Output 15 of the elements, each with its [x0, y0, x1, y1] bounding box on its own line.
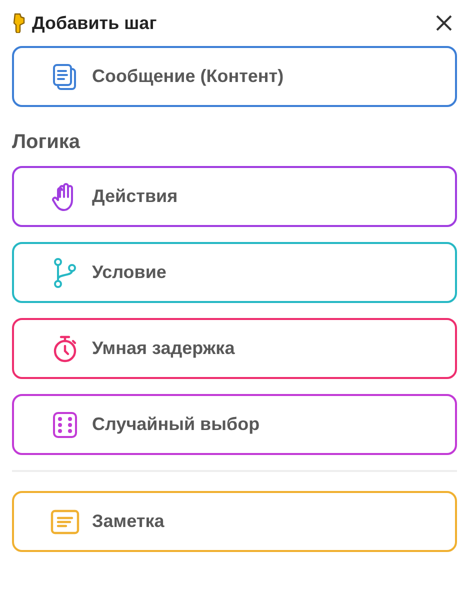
step-option[interactable]: Действия — [12, 166, 457, 227]
step-option[interactable]: Условие — [12, 242, 457, 303]
dialog-title: Добавить шаг — [32, 12, 157, 34]
step-option[interactable]: Случайный выбор — [12, 394, 457, 455]
branch-icon — [54, 258, 76, 288]
section-heading: Логика — [12, 131, 82, 154]
step-option[interactable]: Заметка — [12, 491, 457, 552]
stopwatch-icon — [52, 334, 78, 362]
document-icon — [52, 62, 78, 90]
step-option[interactable]: Сообщение (Контент) — [12, 46, 457, 107]
close-icon[interactable] — [435, 14, 453, 32]
pointing-hand-icon — [12, 13, 26, 33]
note-icon — [50, 508, 80, 534]
step-option[interactable]: Умная задержка — [12, 318, 457, 379]
dice-icon — [52, 410, 78, 438]
